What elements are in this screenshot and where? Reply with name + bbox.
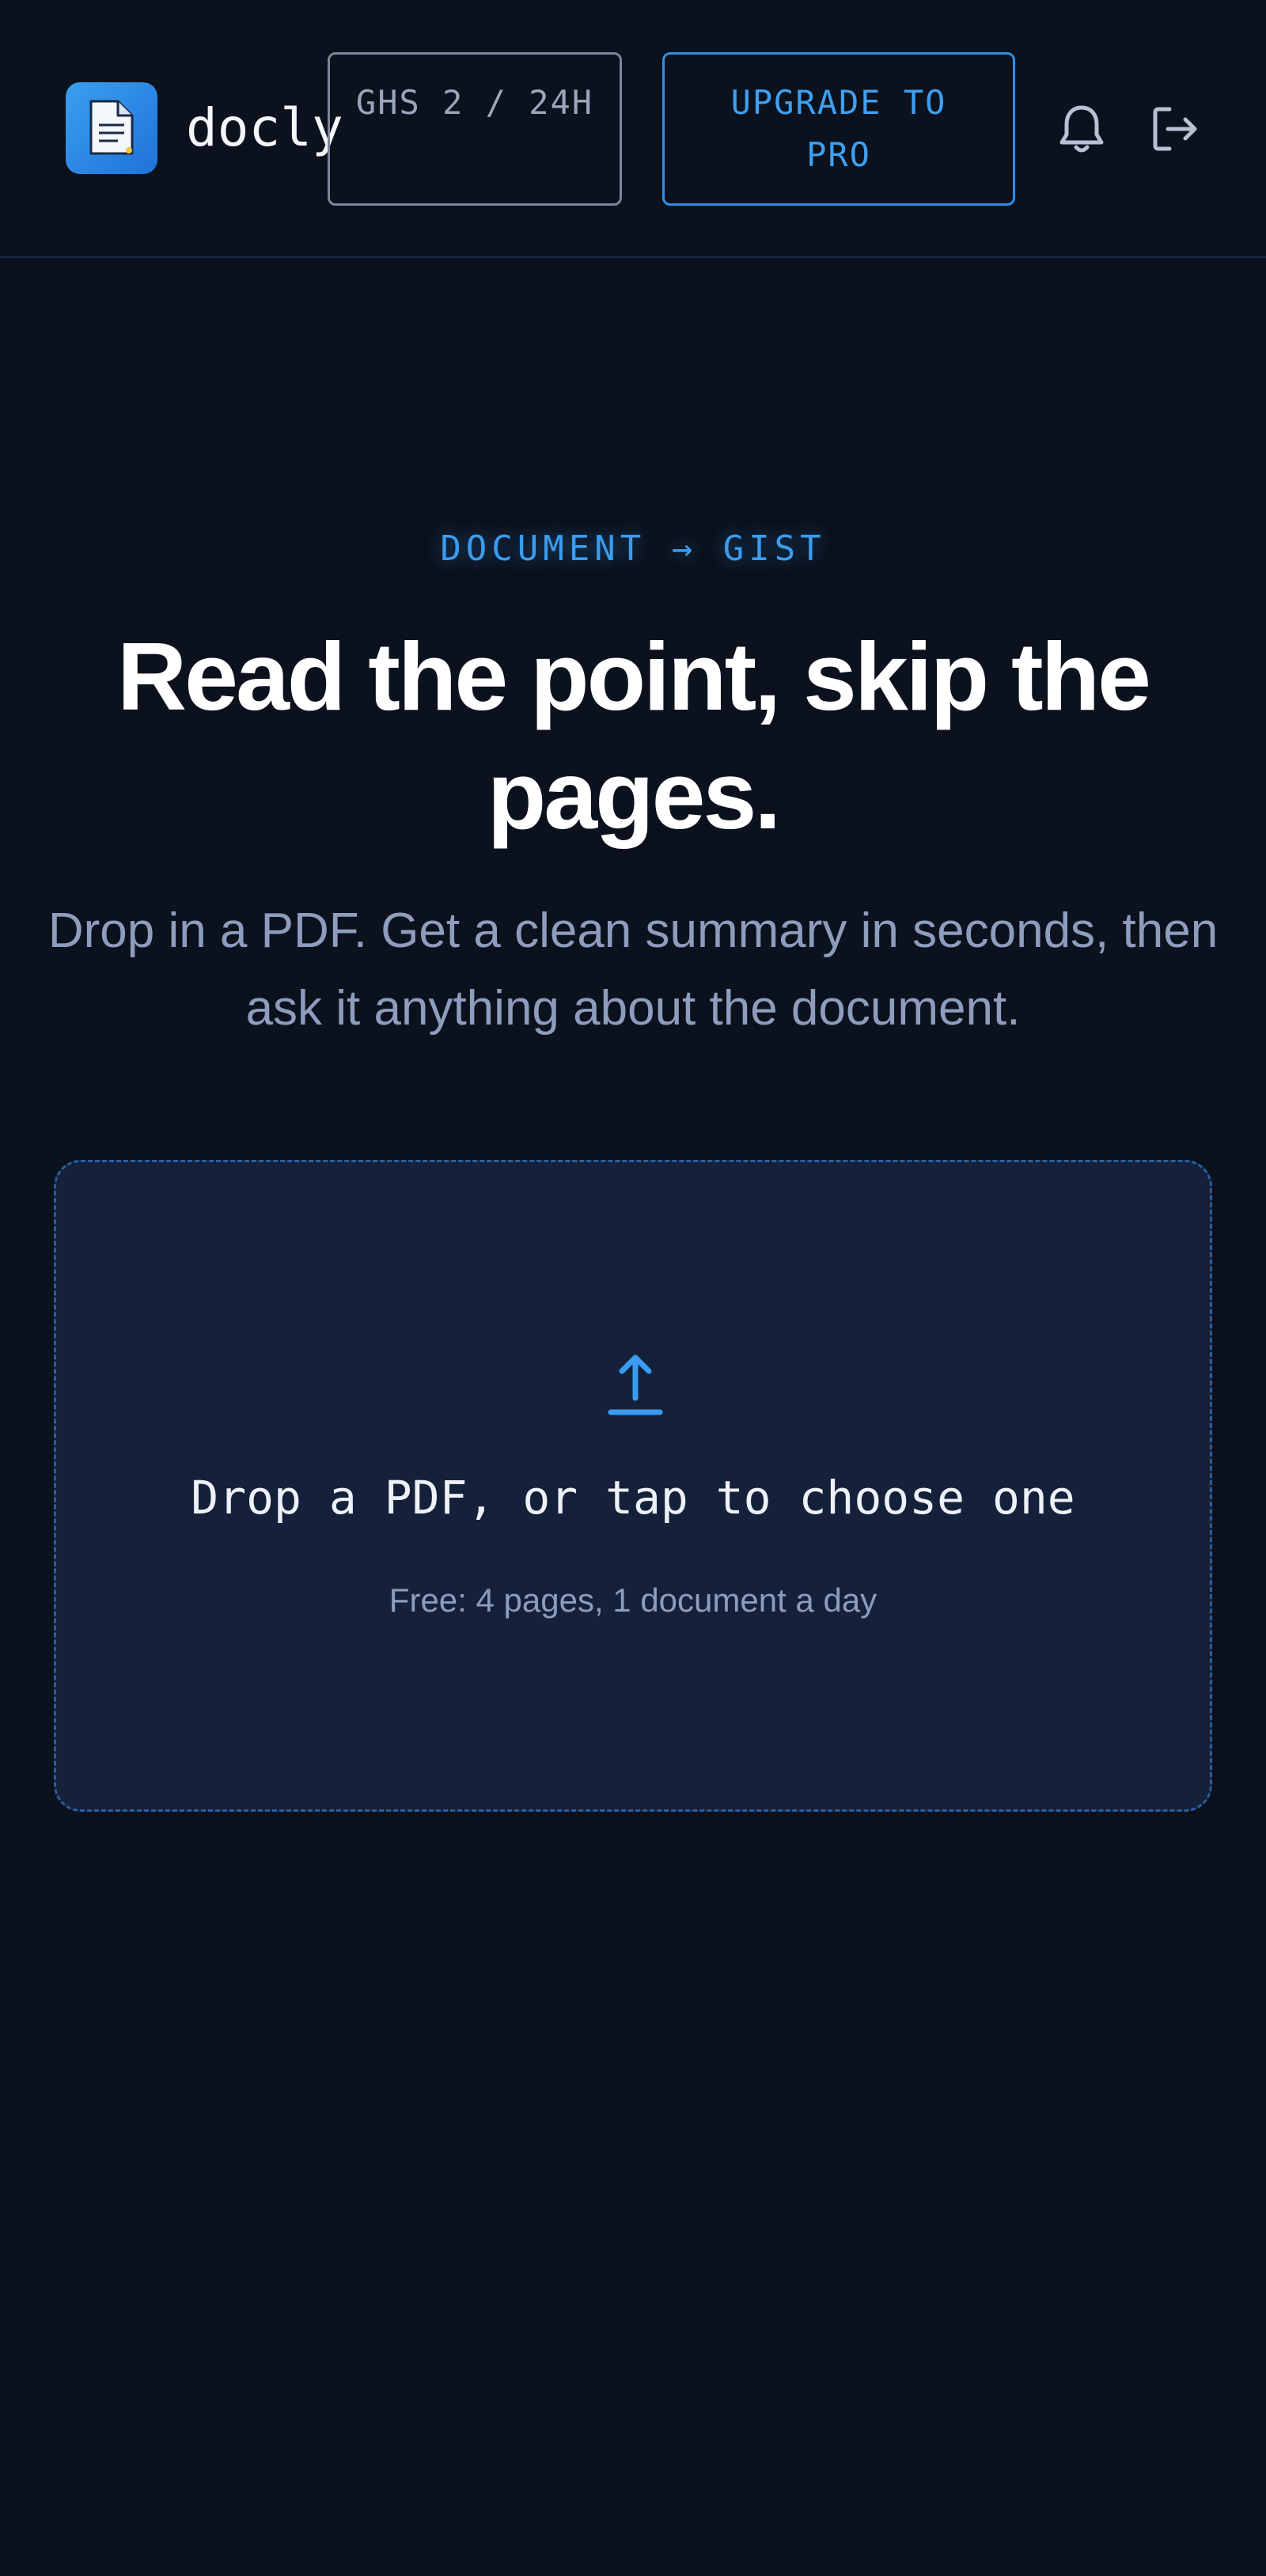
dropzone-title: Drop a PDF, or tap to choose one: [191, 1471, 1075, 1525]
eyebrow-label: DOCUMENT → GIST: [440, 528, 826, 569]
app-header: docly GHS 2 / 24H UPGRADE TO PRO: [0, 0, 1266, 258]
dropzone-limit-note: Free: 4 pages, 1 document a day: [389, 1582, 877, 1619]
logo[interactable]: [66, 82, 157, 174]
logout-icon: [1153, 107, 1197, 151]
brand-name[interactable]: docly: [186, 98, 343, 158]
bell-icon: [1059, 105, 1104, 153]
document-icon: [89, 100, 134, 155]
page-subtitle: Drop in a PDF. Get a clean summary in se…: [47, 903, 1219, 1036]
notifications-button[interactable]: [1054, 101, 1109, 157]
page-title: Read the point, skip the pages.: [116, 623, 1151, 849]
pdf-dropzone[interactable]: Drop a PDF, or tap to choose one Free: 4…: [54, 1160, 1212, 1812]
logout-button[interactable]: [1147, 101, 1203, 157]
upgrade-button[interactable]: UPGRADE TO PRO: [662, 52, 1015, 206]
upload-icon: [608, 1354, 663, 1415]
credits-button[interactable]: GHS 2 / 24H: [328, 52, 622, 206]
